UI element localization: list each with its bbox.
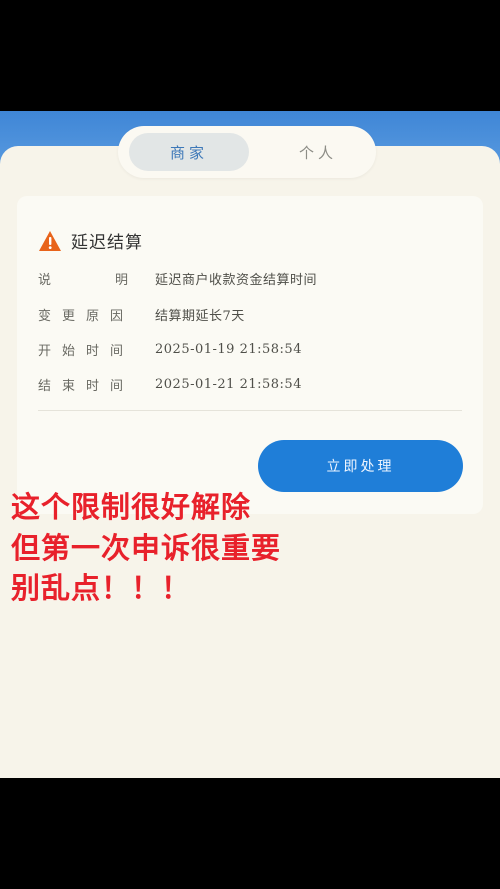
notice-title: 延迟结算: [71, 233, 143, 253]
caption-line-1: 这个限制很好解除: [11, 490, 252, 524]
caption-line-3: 别乱点！！！: [11, 571, 192, 605]
notice-header: 延迟结算: [38, 228, 143, 253]
detail-row-end-time: 结束时间 2025-01-21 21:58:54: [38, 373, 458, 395]
divider: [38, 410, 462, 411]
detail-row-start-time: 开始时间 2025-01-19 21:58:54: [38, 338, 458, 360]
row-label: 变更原因: [38, 308, 135, 324]
row-label: 开始时间: [38, 343, 135, 359]
row-value: 2025-01-21 21:58:54: [155, 376, 302, 392]
detail-row-description: 说明 延迟商户收款资金结算时间: [38, 267, 458, 289]
tab-personal[interactable]: 个人: [268, 133, 368, 171]
tab-merchant[interactable]: 商家: [129, 133, 249, 171]
account-type-switch: 商家 个人: [118, 126, 376, 178]
row-value: 结算期延长7天: [155, 308, 245, 324]
warning-icon: [39, 230, 61, 251]
row-label: 说明: [38, 272, 193, 288]
row-value: 2025-01-19 21:58:54: [155, 341, 302, 357]
detail-row-reason: 变更原因 结算期延长7天: [38, 303, 458, 325]
handle-now-button[interactable]: 立即处理: [258, 440, 463, 492]
caption-line-2: 但第一次申诉很重要: [11, 531, 282, 565]
row-label: 结束时间: [38, 378, 135, 394]
row-value: 延迟商户收款资金结算时间: [155, 272, 318, 288]
app-frame: 商家 个人 延迟结算 说明 延迟商户收款资金结算时间 变更原因 结算期延长7天 …: [0, 0, 500, 889]
